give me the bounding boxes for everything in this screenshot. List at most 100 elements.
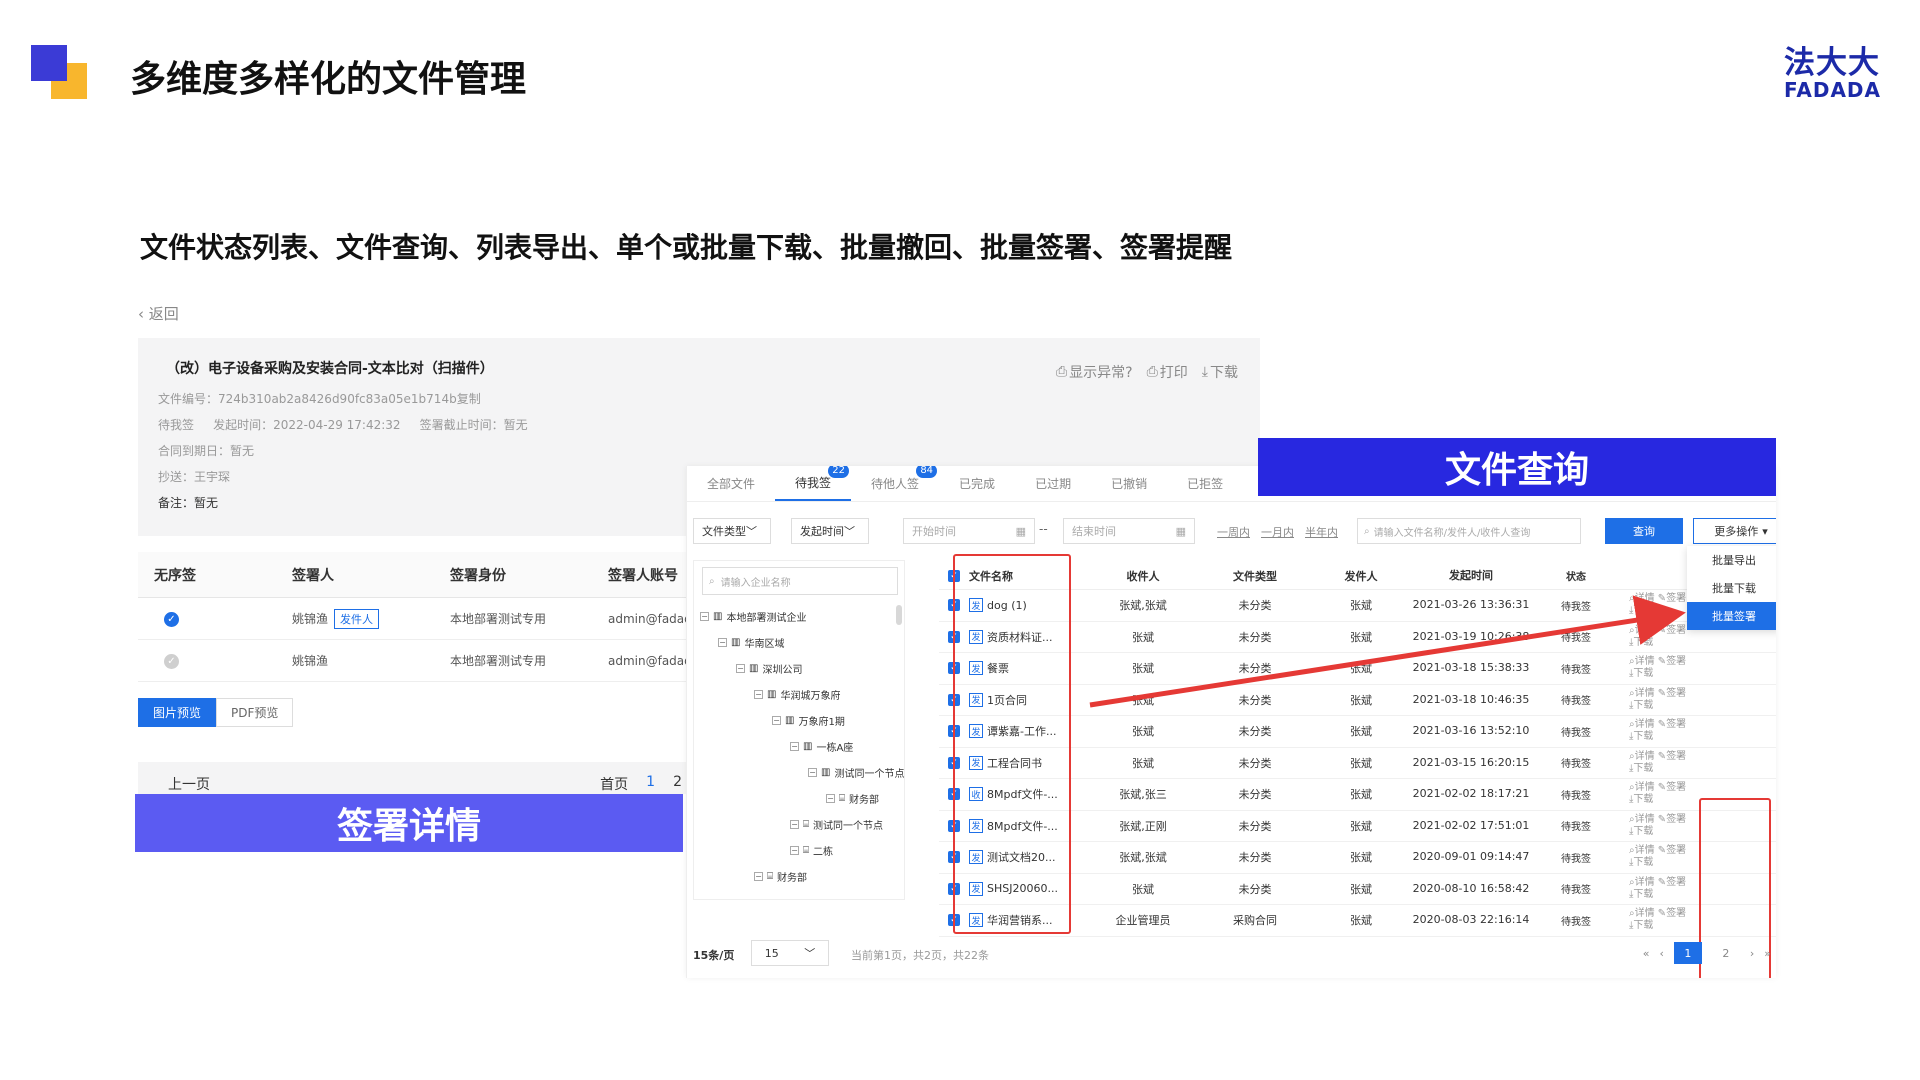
table-row[interactable]: ✓ 发 8Mpdf文件-... 张斌,正刚 未分类 张斌 2021-02-02 17:51:… bbox=[939, 811, 1776, 842]
sign-link[interactable]: ✎签署 bbox=[1658, 625, 1686, 636]
show-anomaly-action[interactable]: ⎙ 显示异常? bbox=[1056, 362, 1133, 382]
end-date-input[interactable]: 结束时间 ▦ bbox=[1063, 518, 1195, 544]
per-page-select[interactable]: 15 ﹀ bbox=[751, 940, 829, 966]
org-search-input[interactable]: ⌕ 请输入企业名称 bbox=[702, 567, 898, 595]
prev-page-link[interactable]: 上一页 bbox=[168, 774, 210, 794]
table-row[interactable]: ✓ 发餐票 张斌 未分类 张斌 2021-03-18 15:38:33 待我签 ⌕详情 ✎签署… bbox=[939, 653, 1776, 685]
download-link[interactable]: ⤓下载 bbox=[1629, 700, 1653, 711]
sign-link[interactable]: ✎签署 bbox=[1658, 814, 1686, 825]
detail-link[interactable]: ⌕详情 bbox=[1629, 688, 1655, 699]
send-time-select[interactable]: 发起时间 ﹀ bbox=[791, 518, 869, 544]
download-link[interactable]: ⤓下载 bbox=[1629, 794, 1653, 805]
download-link[interactable]: ⤓下载 bbox=[1629, 826, 1653, 837]
detail-link[interactable]: ⌕详情 bbox=[1629, 845, 1655, 856]
back-link[interactable]: ‹ 返回 bbox=[138, 303, 179, 324]
detail-link[interactable]: ⌕详情 bbox=[1629, 814, 1655, 825]
tab-to-sign[interactable]: 待我签 22 bbox=[775, 466, 852, 501]
first-page-icon[interactable]: « bbox=[1643, 947, 1650, 960]
sign-link[interactable]: ✎签署 bbox=[1658, 877, 1686, 888]
quick-one-week[interactable]: 一周内 bbox=[1217, 524, 1250, 540]
menu-batch-export[interactable]: 批量导出 bbox=[1687, 546, 1776, 574]
download-link[interactable]: ⤓下载 bbox=[1629, 731, 1653, 742]
row-checkbox[interactable]: ✓ bbox=[948, 851, 960, 864]
row-checkbox[interactable]: ✓ bbox=[948, 819, 960, 832]
file-name[interactable]: 测试文档20... bbox=[987, 849, 1056, 865]
tree-node[interactable]: − ▥ 一栋A座 bbox=[790, 739, 853, 754]
first-page-link[interactable]: 首页 bbox=[600, 774, 628, 794]
tab-revoked[interactable]: 已撤销 bbox=[1091, 466, 1167, 501]
table-row[interactable]: ✓ 收 8Mpdf文件-... 张斌,张三 未分类 张斌 2021-02-02 18:17:… bbox=[939, 779, 1776, 811]
detail-link[interactable]: ⌕详情 bbox=[1629, 782, 1655, 793]
query-button[interactable]: 查询 bbox=[1605, 518, 1683, 544]
download-link[interactable]: ⤓下载 bbox=[1629, 920, 1653, 931]
tab-expired[interactable]: 已过期 bbox=[1015, 466, 1091, 501]
quick-half-year[interactable]: 半年内 bbox=[1305, 524, 1338, 540]
page-1-button[interactable]: 1 bbox=[1673, 942, 1702, 964]
print-action[interactable]: ⎙ 打印 bbox=[1147, 362, 1188, 382]
file-name[interactable]: 餐票 bbox=[987, 660, 1009, 676]
download-link[interactable]: ⤓下载 bbox=[1629, 857, 1653, 868]
tree-node[interactable]: − ▥ 测试同一个节点 bbox=[808, 765, 904, 780]
file-name[interactable]: SHSJ20060... bbox=[987, 882, 1058, 895]
file-name[interactable]: 资质材料证... bbox=[987, 629, 1053, 645]
prev-page-icon[interactable]: ‹ bbox=[1659, 947, 1663, 960]
download-link[interactable]: ⤓下载 bbox=[1629, 605, 1653, 616]
sign-link[interactable]: ✎签署 bbox=[1658, 688, 1686, 699]
table-row[interactable]: ✓ 发 1页合同 张斌 未分类 张斌 2021-03-18 10:46:35 待我签 ⌕详情 ✎… bbox=[939, 685, 1776, 716]
page-1-link[interactable]: 1 bbox=[646, 774, 655, 794]
tree-scrollbar[interactable] bbox=[896, 605, 902, 625]
tab-others-sign[interactable]: 待他人签 84 bbox=[851, 466, 939, 501]
sign-link[interactable]: ✎签署 bbox=[1658, 782, 1686, 793]
menu-batch-sign[interactable]: 批量签署 bbox=[1687, 602, 1776, 630]
start-date-input[interactable]: 开始时间 ▦ bbox=[903, 518, 1035, 544]
file-name[interactable]: 8Mpdf文件-... bbox=[987, 818, 1058, 834]
tree-node[interactable]: − ▥ 华南区域 bbox=[718, 635, 784, 650]
detail-link[interactable]: ⌕详情 bbox=[1629, 625, 1655, 636]
row-checkbox[interactable]: ✓ bbox=[948, 599, 960, 612]
table-row[interactable]: ✓ 发工程合同书 张斌 未分类 张斌 2021-03-15 16:20:15 待我签 ⌕详情 … bbox=[939, 748, 1776, 779]
detail-link[interactable]: ⌕详情 bbox=[1629, 751, 1655, 762]
page-2-button[interactable]: 2 bbox=[1712, 942, 1740, 964]
file-name[interactable]: 工程合同书 bbox=[987, 755, 1042, 771]
last-page-icon[interactable]: » bbox=[1764, 947, 1771, 960]
row-checkbox[interactable]: ✓ bbox=[948, 693, 960, 706]
file-name[interactable]: 1页合同 bbox=[987, 692, 1027, 708]
tree-node[interactable]: − ⌸ 测试同一个节点 bbox=[790, 817, 883, 832]
page-2-link[interactable]: 2 bbox=[673, 774, 682, 794]
sign-link[interactable]: ✎签署 bbox=[1658, 845, 1686, 856]
select-all-checkbox[interactable]: ✓ bbox=[948, 569, 960, 582]
more-actions-button[interactable]: 更多操作 ▾ bbox=[1693, 518, 1776, 544]
file-name[interactable]: 谭紫嘉-工作... bbox=[987, 723, 1056, 739]
quick-one-month[interactable]: 一月内 bbox=[1261, 524, 1294, 540]
sign-link[interactable]: ✎签署 bbox=[1658, 751, 1686, 762]
tab-pdf-preview[interactable]: PDF预览 bbox=[216, 698, 294, 727]
tree-node[interactable]: − ▥ 本地部署测试企业 bbox=[700, 609, 806, 624]
detail-link[interactable]: ⌕详情 bbox=[1629, 719, 1655, 730]
detail-link[interactable]: ⌕详情 bbox=[1629, 877, 1655, 888]
row-checkbox[interactable]: ✓ bbox=[948, 914, 960, 927]
sign-link[interactable]: ✎签署 bbox=[1658, 656, 1686, 667]
detail-link[interactable]: ⌕详情 bbox=[1629, 593, 1655, 604]
row-checkbox[interactable]: ✓ bbox=[948, 788, 960, 801]
sign-link[interactable]: ✎签署 bbox=[1658, 593, 1686, 604]
detail-link[interactable]: ⌕详情 bbox=[1629, 656, 1655, 667]
tree-node[interactable]: − ⌸ 财务部 bbox=[754, 869, 807, 884]
table-row[interactable]: ✓ 发 dog (1) 张斌,张斌 未分类 张斌 2021-03-26 13:36:31 待我… bbox=[939, 590, 1776, 622]
table-row[interactable]: ✓ 发谭紫嘉-工作... 张斌 未分类 张斌 2021-03-16 13:52:10 待我签… bbox=[939, 716, 1776, 748]
row-checkbox[interactable]: ✓ bbox=[948, 662, 960, 675]
file-type-select[interactable]: 文件类型 ﹀ bbox=[693, 518, 771, 544]
table-row[interactable]: ✓ 发 SHSJ20060... 张斌 未分类 张斌 2020-08-10 16:58:42… bbox=[939, 874, 1776, 905]
tree-node[interactable]: − ⌸ 财务部 bbox=[826, 791, 879, 806]
download-link[interactable]: ⤓下载 bbox=[1629, 889, 1653, 900]
download-link[interactable]: ⤓下载 bbox=[1629, 763, 1653, 774]
menu-batch-download[interactable]: 批量下载 bbox=[1687, 574, 1776, 602]
tree-node[interactable]: − ▥ 深圳公司 bbox=[736, 661, 802, 676]
download-link[interactable]: ⤓下载 bbox=[1629, 668, 1653, 679]
table-row[interactable]: ✓ 发华润营销系... 企业管理员 采购合同 张斌 2020-08-03 22:16:14… bbox=[939, 905, 1776, 937]
table-row[interactable]: ✓ 发资质材料证... 张斌 未分类 张斌 2021-03-19 10:26:38 待我签 ⌕… bbox=[939, 622, 1776, 653]
row-checkbox[interactable]: ✓ bbox=[948, 630, 960, 643]
file-name[interactable]: 华润营销系... bbox=[987, 912, 1053, 928]
download-action[interactable]: ⤓ 下载 bbox=[1202, 362, 1238, 382]
file-search-input[interactable]: ⌕ 请输入文件名称/发件人/收件人查询 bbox=[1357, 518, 1581, 544]
tab-image-preview[interactable]: 图片预览 bbox=[138, 698, 217, 727]
